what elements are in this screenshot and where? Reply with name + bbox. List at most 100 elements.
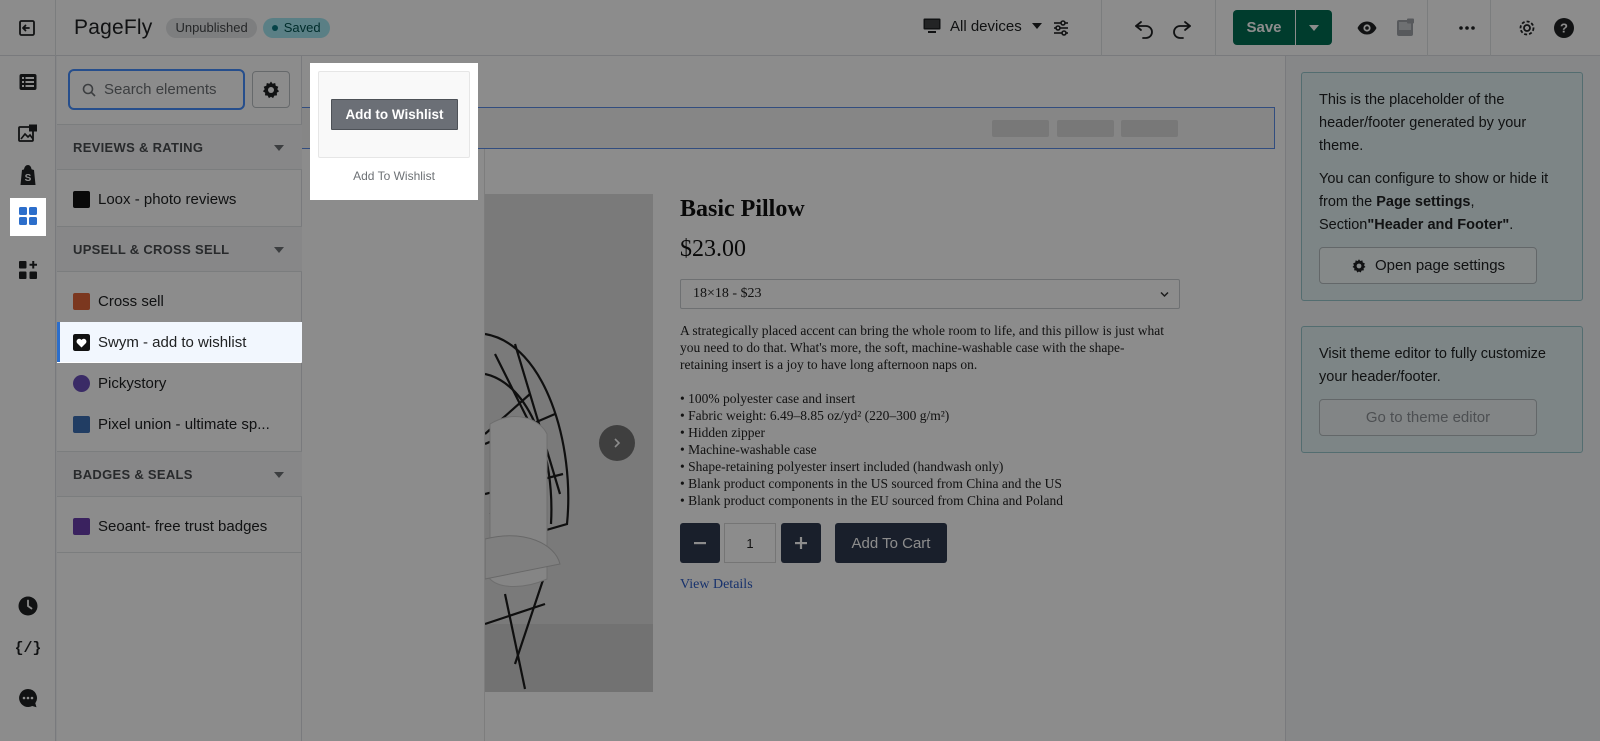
element-item-pixel-union[interactable]: Pixel union - ultimate sp... <box>57 404 302 444</box>
info-text-config: You can configure to show or hide it fro… <box>1319 168 1565 237</box>
image-preview-icon <box>1397 18 1414 36</box>
variant-select[interactable]: 18×18 - $23 <box>680 279 1180 309</box>
more-button[interactable] <box>1453 14 1481 42</box>
shopify-icon: S <box>20 165 36 185</box>
save-options-button[interactable] <box>1296 10 1332 45</box>
rail-code-button[interactable]: {/} <box>10 629 46 665</box>
device-selector[interactable]: All devices <box>922 16 1042 36</box>
rail-chat-button[interactable] <box>10 680 46 716</box>
element-item-pickystory[interactable]: Pickystory <box>57 363 302 403</box>
more-icon <box>1459 26 1475 30</box>
swym-logo-icon <box>73 333 90 351</box>
search-icon <box>82 83 96 97</box>
plus-icon <box>795 537 807 549</box>
save-button[interactable]: Save <box>1233 10 1295 45</box>
toolbar-divider <box>1427 0 1428 56</box>
help-icon: ? <box>1554 18 1574 38</box>
undo-button[interactable] <box>1130 14 1158 42</box>
saved-dot-icon <box>271 24 278 31</box>
chevron-down-icon <box>1031 23 1042 29</box>
product-features-list: • 100% polyester case and insert • Fabri… <box>680 390 1170 509</box>
add-to-cart-button[interactable]: Add To Cart <box>835 523 947 563</box>
element-item-label: Loox - photo reviews <box>98 190 237 208</box>
toolbar-divider <box>1101 0 1102 56</box>
panel-divider <box>57 552 302 553</box>
element-item-label: Swym - add to wishlist <box>98 333 247 351</box>
view-details-link[interactable]: View Details <box>680 577 753 593</box>
right-panel: This is the placeholder of the header/fo… <box>1285 56 1600 741</box>
device-selector-label: All devices <box>950 17 1022 35</box>
app-name: PageFly <box>74 15 153 39</box>
settings-button[interactable] <box>1513 14 1541 42</box>
chevron-down-icon <box>274 472 284 478</box>
element-item-swym[interactable]: Swym - add to wishlist <box>57 322 302 362</box>
rail-media-button[interactable] <box>10 116 46 152</box>
chevron-right-icon <box>614 438 621 448</box>
loox-logo-icon <box>73 190 90 208</box>
wishlist-element-preview[interactable]: Add to Wishlist Add To Wishlist <box>310 63 478 200</box>
svg-text:S: S <box>25 173 32 184</box>
redo-icon <box>1173 21 1191 39</box>
go-to-theme-editor-button[interactable]: Go to theme editor <box>1319 399 1537 436</box>
section-header-reviews[interactable]: REVIEWS & RATING <box>57 124 302 170</box>
rail-page-outline-button[interactable] <box>10 64 46 100</box>
editor-canvas[interactable]: Basic Pillow $23.00 18×18 - $23 A strate… <box>302 56 1285 741</box>
undo-icon <box>1135 21 1153 39</box>
search-input-wrapper[interactable] <box>68 69 245 110</box>
info-text: This is the placeholder of the header/fo… <box>1319 92 1527 154</box>
toolbar-divider <box>1215 0 1216 56</box>
elements-panel: REVIEWS & RATING Loox - photo reviews UP… <box>57 56 302 741</box>
feature-item: • Fabric weight: 6.49–8.85 oz/yd² (220–3… <box>680 408 950 423</box>
rail-shopify-button[interactable]: S <box>10 157 46 193</box>
list-icon <box>19 74 37 90</box>
chevron-down-icon <box>1309 24 1319 31</box>
chevron-down-icon <box>274 247 284 253</box>
feature-item: • Blank product components in the EU sou… <box>680 493 1064 508</box>
help-button[interactable]: ? <box>1550 14 1578 42</box>
saved-badge: Saved <box>262 17 330 38</box>
cross-sell-logo-icon <box>73 292 90 310</box>
product-title: Basic Pillow <box>680 196 805 222</box>
image-next-button[interactable] <box>599 425 635 461</box>
quantity-decrease-button[interactable] <box>680 523 720 563</box>
quantity-increase-button[interactable] <box>781 523 821 563</box>
redo-button[interactable] <box>1168 14 1196 42</box>
feature-item: • 100% polyester case and insert <box>680 391 856 406</box>
search-input[interactable] <box>104 81 234 98</box>
svg-text:?: ? <box>1560 21 1568 36</box>
section-header-badges[interactable]: BADGES & SEALS <box>57 451 302 497</box>
add-to-wishlist-button[interactable]: Add to Wishlist <box>331 99 458 130</box>
wishlist-preview-caption: Add To Wishlist <box>353 169 435 183</box>
rail-history-button[interactable] <box>10 588 46 624</box>
section-header-upsell[interactable]: UPSELL & CROSS SELL <box>57 226 302 272</box>
feature-item: • Hidden zipper <box>680 425 765 440</box>
exit-icon <box>18 19 35 36</box>
element-item-label: Cross sell <box>98 292 164 310</box>
open-page-settings-button[interactable]: Open page settings <box>1319 247 1537 284</box>
feature-item: • Shape-retaining polyester insert inclu… <box>680 459 1004 474</box>
element-item-label: Seoant- free trust badges <box>98 517 268 535</box>
header-footer-section-label: "Header and Footer" <box>1367 217 1510 233</box>
element-item-label: Pixel union - ultimate sp... <box>98 415 270 433</box>
exit-button[interactable] <box>0 0 56 56</box>
preview-button[interactable] <box>1353 14 1381 42</box>
apps-add-icon <box>19 261 37 279</box>
gear-icon <box>262 81 280 98</box>
header-placeholder-bar <box>1057 120 1114 137</box>
product-description: A strategically placed accent can bring … <box>680 323 1164 372</box>
sliders-button[interactable] <box>1047 14 1075 42</box>
element-item-loox[interactable]: Loox - photo reviews <box>57 179 302 219</box>
quantity-input[interactable]: 1 <box>724 523 776 563</box>
publish-preview-button[interactable] <box>1391 14 1419 42</box>
theme-editor-info-box: Visit theme editor to fully customize yo… <box>1301 326 1583 453</box>
top-bar: PageFly Unpublished Saved All devices Sa… <box>0 0 1600 56</box>
rail-elements-button[interactable] <box>10 198 46 234</box>
panel-settings-button[interactable] <box>252 71 290 108</box>
eye-icon <box>1357 21 1377 35</box>
element-item-cross-sell[interactable]: Cross sell <box>57 281 302 321</box>
rail-add-apps-button[interactable] <box>10 252 46 288</box>
header-placeholder-bar <box>1121 120 1178 137</box>
pickystory-logo-icon <box>73 374 90 392</box>
element-item-seoant[interactable]: Seoant- free trust badges <box>57 506 302 546</box>
clock-icon <box>18 596 38 616</box>
